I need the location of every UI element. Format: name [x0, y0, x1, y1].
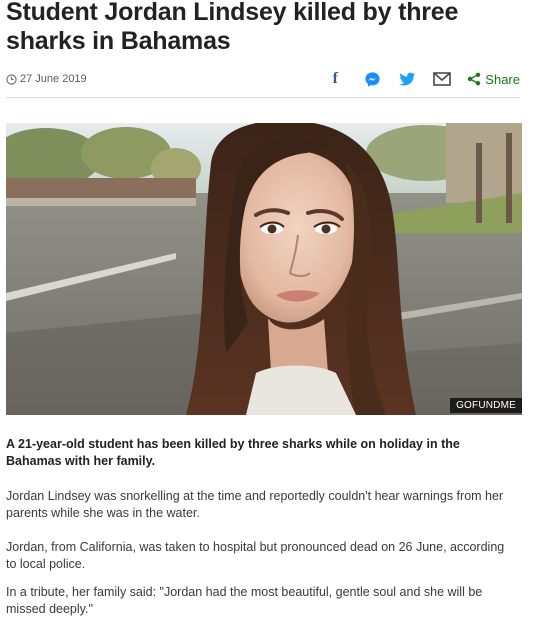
date-text: 27 June 2019 — [20, 73, 87, 85]
email-icon[interactable] — [433, 72, 452, 86]
article-date: 27 June 2019 — [6, 73, 87, 85]
portrait-image — [6, 123, 522, 415]
share-tools: f Share — [326, 70, 520, 88]
image-credit: GOFUNDME — [450, 398, 522, 413]
body-paragraph: Jordan, from California, was taken to ho… — [6, 540, 505, 571]
facebook-icon[interactable]: f — [326, 70, 344, 88]
share-button[interactable]: Share — [467, 72, 520, 87]
article-meta-bar: 27 June 2019 f Share — [6, 66, 520, 92]
twitter-icon[interactable] — [398, 72, 416, 87]
share-icon — [468, 72, 481, 86]
messenger-icon[interactable] — [363, 71, 381, 88]
lead-paragraph: A 21-year-old student has been killed by… — [6, 437, 460, 468]
clock-icon — [6, 73, 17, 85]
body-paragraph: Jordan Lindsey was snorkelling at the ti… — [6, 489, 504, 520]
article-headline: Student Jordan Lindsey killed by three s… — [6, 0, 459, 55]
divider — [6, 97, 520, 98]
share-label: Share — [485, 71, 520, 87]
article-photo: GOFUNDME — [6, 123, 522, 415]
body-paragraph: In a tribute, her family said: "Jordan h… — [6, 585, 483, 616]
